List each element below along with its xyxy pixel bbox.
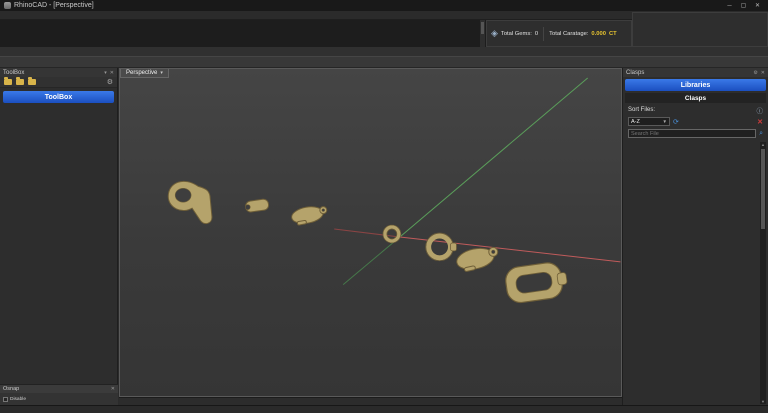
viewport-canvas [120, 69, 621, 396]
total-caratage-value: 0.000 [591, 31, 606, 37]
scrollbar-thumb[interactable] [761, 149, 765, 229]
library-panel-caption[interactable]: Clasps ⚙ ✕ [623, 68, 768, 77]
search-input[interactable] [628, 129, 756, 138]
viewport-tab[interactable]: Perspective ▾ [120, 69, 169, 78]
model-lobster-clasp-large [455, 245, 498, 272]
osnap-title: Osnap [3, 386, 19, 392]
model-lobster-clasp-small [290, 205, 326, 226]
disable-label: Disable [10, 397, 26, 402]
folder-icon[interactable] [4, 79, 12, 85]
chevron-down-icon: ▾ [160, 70, 163, 76]
library-panel: Clasps ⚙ ✕ Libraries Clasps Sort Files: … [622, 68, 768, 405]
toolbox-header: ToolBox [3, 91, 114, 103]
title-bar: RhinoCAD - [Perspective] ─ ▢ ✕ [0, 0, 768, 11]
scroll-down-icon[interactable]: ▼ [760, 399, 766, 404]
toolbox-panel-caption[interactable]: ToolBox ▾ ✕ [0, 68, 117, 77]
scroll-up-icon[interactable]: ▲ [760, 142, 766, 147]
viewport-tab-label: Perspective [126, 70, 157, 76]
libraries-header[interactable]: Libraries [625, 79, 766, 91]
osnap-panel: Osnap ✕ Disable [0, 384, 118, 405]
folder-icon[interactable] [16, 79, 24, 85]
chevron-down-icon: ▼ [663, 119, 667, 124]
model-connector [245, 199, 269, 213]
window-controls: ─ ▢ ✕ [723, 1, 764, 10]
model-round-clasp [426, 233, 457, 261]
library-title: Clasps [625, 93, 766, 103]
mode-button-bar [632, 12, 768, 47]
library-grid [627, 142, 758, 404]
close-icon[interactable]: ✕ [761, 70, 765, 76]
icon-toolbar [0, 56, 768, 68]
viewport-tab-strip [119, 397, 622, 405]
application-window: RhinoCAD - [Perspective] ─ ▢ ✕ ◈ Total G… [0, 0, 768, 413]
window-title: RhinoCAD - [Perspective] [14, 2, 94, 9]
osnap-disable[interactable]: Disable [0, 396, 118, 405]
library-scrollbar[interactable]: ▲ ▼ [760, 142, 766, 404]
close-icon[interactable]: ✕ [751, 1, 764, 10]
maximize-icon[interactable]: ▢ [737, 1, 750, 10]
toolbox-file-row: ⚙ [0, 77, 117, 88]
close-icon[interactable]: ✕ [110, 70, 114, 76]
app-icon [4, 2, 11, 9]
close-icon[interactable]: ✕ [111, 386, 115, 392]
gear-icon[interactable]: ⚙ [107, 79, 113, 86]
folder-icon[interactable] [28, 79, 36, 85]
status-bar [0, 405, 768, 413]
diamond-icon: ◈ [491, 29, 498, 38]
sort-files-label: Sort Files: [628, 107, 655, 113]
clear-filter-icon[interactable]: ✕ [757, 118, 763, 126]
command-history[interactable] [0, 20, 486, 47]
divider [543, 27, 544, 41]
sort-order-select[interactable]: A-Z ▼ [628, 117, 670, 126]
browse-folder-icon[interactable]: ⌕ [759, 130, 763, 138]
total-gems-label: Total Gems: [501, 31, 532, 37]
toolbar-tabs [0, 47, 768, 56]
command-scrollbar[interactable] [480, 20, 485, 47]
gem-totals-panel: ◈ Total Gems: 0 Total Caratage: 0.000 CT [486, 20, 632, 47]
sort-order-value: A-Z [631, 119, 640, 125]
toolbox-caption-label: ToolBox [3, 70, 24, 76]
refresh-icon[interactable]: ⟳ [673, 118, 679, 126]
library-caption-label: Clasps [626, 70, 644, 76]
viewport-3d[interactable]: Perspective ▾ [119, 68, 622, 397]
gear-icon[interactable]: ⚙ [753, 70, 757, 76]
toolbox-panel: ToolBox ▾ ✕ ⚙ ToolBox Osnap ✕ Disable [0, 68, 118, 405]
info-icon[interactable]: ⓘ [757, 105, 764, 115]
model-jump-ring [383, 225, 401, 243]
model-hook-clasp [168, 181, 212, 223]
caratage-unit: CT [609, 31, 617, 37]
total-caratage-label: Total Caratage: [549, 31, 588, 37]
total-gems-value: 0 [535, 31, 538, 37]
chevron-down-icon[interactable]: ▾ [104, 70, 107, 76]
minimize-icon[interactable]: ─ [723, 1, 736, 10]
model-buckle-clasp [504, 260, 569, 304]
disable-checkbox[interactable] [3, 397, 8, 402]
